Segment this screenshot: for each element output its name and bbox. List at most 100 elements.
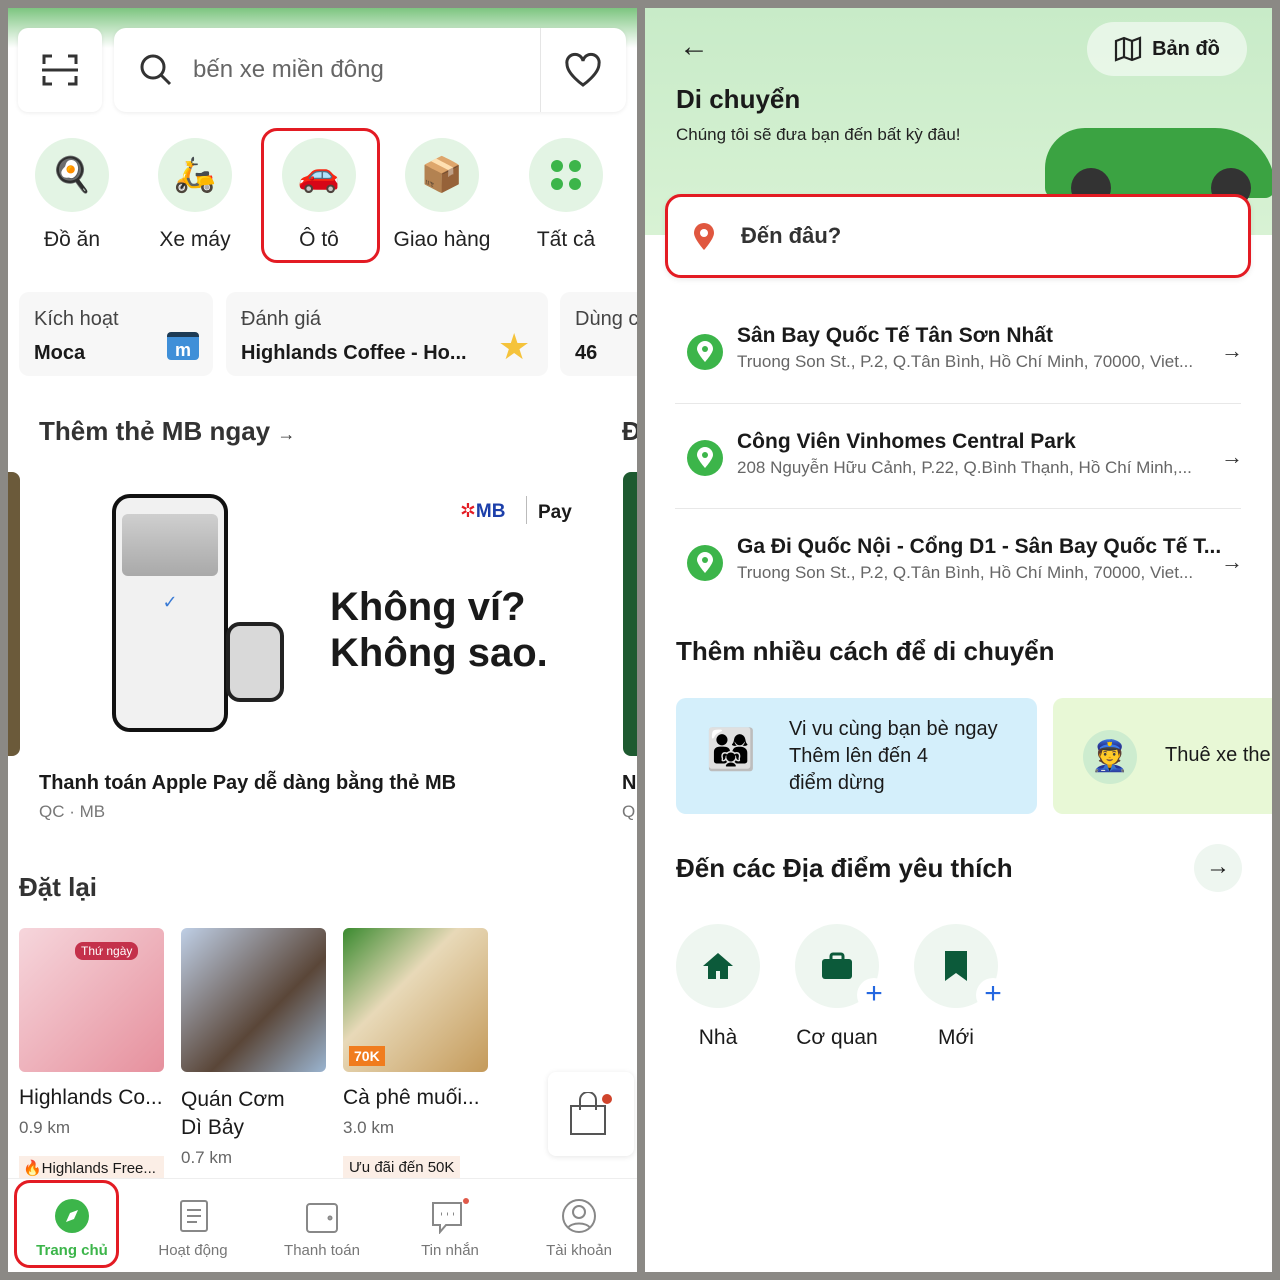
location-pin-icon bbox=[694, 223, 714, 250]
mb-logo: ✲MB bbox=[460, 501, 506, 522]
cart-button[interactable] bbox=[548, 1072, 634, 1156]
item-name: Highlands Co... bbox=[19, 1086, 163, 1109]
category-food[interactable]: 🍳 Đồ ăn bbox=[17, 138, 127, 252]
next-banner-peek[interactable] bbox=[623, 472, 637, 756]
promo-banner[interactable]: ✓ ✲MB Pay Không ví? Không sao. bbox=[30, 472, 614, 756]
quick-card-review[interactable]: Đánh giá Highlands Coffee - Ho... ★ bbox=[226, 292, 548, 376]
watch-image bbox=[226, 622, 284, 702]
next-promo-title: Đ bbox=[622, 416, 637, 446]
quick-card-label: Dùng c bbox=[575, 308, 637, 330]
location-pin-icon bbox=[687, 334, 723, 370]
hire-driver-card[interactable]: 👮 Thuê xe the bbox=[1053, 698, 1272, 814]
category-motorbike[interactable]: 🛵 Xe máy bbox=[140, 138, 250, 252]
heart-icon[interactable] bbox=[564, 52, 602, 88]
item-tag: 🔥Highlands Free... bbox=[19, 1156, 164, 1178]
location-pin-icon bbox=[687, 440, 723, 476]
search-bar[interactable]: bến xe miền đông bbox=[114, 28, 626, 112]
arrow-right-icon: → bbox=[1221, 444, 1243, 469]
wallet-icon bbox=[306, 1203, 338, 1233]
reorder-item[interactable]: Quán Cơm Dì Bảy 0.7 km bbox=[181, 928, 326, 1178]
favorite-new[interactable]: + Mới bbox=[914, 924, 1010, 1050]
favorite-label: Mới bbox=[938, 1026, 974, 1049]
quick-card-usage[interactable]: Dùng c 46 bbox=[560, 292, 637, 376]
banner-headline: Không ví? Không sao. bbox=[330, 585, 548, 675]
section-title: Thêm nhiều cách để di chuyển bbox=[676, 636, 1055, 666]
back-arrow-icon[interactable]: ← bbox=[679, 30, 709, 64]
food-image: Thứ ngày bbox=[19, 928, 164, 1072]
divider bbox=[540, 28, 541, 112]
page-subtitle: Chúng tôi sẽ đưa bạn đến bất kỳ đâu! bbox=[676, 125, 961, 144]
destination-input[interactable]: Đến đâu? bbox=[665, 194, 1251, 278]
quick-card-moca[interactable]: Kích hoạt Moca m bbox=[19, 292, 213, 376]
quick-card-label: Đánh giá bbox=[241, 308, 322, 330]
reorder-item[interactable]: 70K Cà phê muối... 3.0 km Ưu đãi đến 50K bbox=[343, 928, 488, 1178]
delivery-icon: 📦 bbox=[405, 138, 479, 212]
scan-icon bbox=[42, 54, 78, 86]
search-input[interactable]: bến xe miền đông bbox=[193, 56, 384, 84]
moca-icon: m bbox=[167, 332, 199, 360]
arrow-right-icon: → bbox=[1221, 338, 1243, 363]
phone-image: ✓ bbox=[112, 494, 228, 732]
home-screen: bến xe miền đông 🍳 Đồ ăn 🛵 Xe máy 🚗 Ô tô 📦 G… bbox=[8, 8, 637, 1272]
item-distance: 0.9 km bbox=[19, 1118, 71, 1137]
activity-icon bbox=[180, 1200, 208, 1232]
nav-payment[interactable]: Thanh toán bbox=[258, 1198, 386, 1259]
category-label: Xe máy bbox=[159, 228, 231, 251]
place-title: Công Viên Vinhomes Central Park bbox=[737, 430, 1076, 453]
place-address: 208 Nguyễn Hữu Cảnh, P.22, Q.Bình Thạnh,… bbox=[737, 458, 1192, 477]
food-image bbox=[181, 928, 326, 1072]
category-label: Đồ ăn bbox=[43, 228, 101, 251]
highlight-box bbox=[14, 1180, 119, 1268]
transport-screen: ← Bản đồ Di chuyển Chúng tôi sẽ đưa bạn … bbox=[645, 8, 1272, 1272]
driver-icon: 👮 bbox=[1083, 730, 1137, 784]
promo-caption: Thanh toán Apple Pay dễ dàng bằng thẻ MB bbox=[39, 772, 457, 794]
motorbike-icon: 🛵 bbox=[158, 138, 232, 212]
category-delivery[interactable]: 📦 Giao hàng bbox=[387, 138, 497, 252]
promo-sponsor: QC · MB bbox=[39, 802, 106, 821]
briefcase-icon bbox=[822, 952, 852, 979]
scan-button[interactable] bbox=[18, 28, 102, 112]
favorite-label: Cơ quan bbox=[796, 1026, 878, 1049]
prev-banner-peek[interactable] bbox=[8, 472, 20, 756]
nav-messages[interactable]: Tin nhắn bbox=[386, 1198, 514, 1259]
location-pin-icon bbox=[687, 545, 723, 581]
car-illustration bbox=[1035, 98, 1272, 208]
chat-icon bbox=[432, 1198, 469, 1234]
item-distance: 3.0 km bbox=[343, 1118, 395, 1137]
arrow-right-icon: → bbox=[1221, 549, 1243, 574]
favorites-arrow-button[interactable]: → bbox=[1194, 844, 1242, 892]
grid-icon bbox=[529, 138, 603, 212]
place-title: Sân Bay Quốc Tế Tân Sơn Nhất bbox=[737, 324, 1053, 347]
plus-icon[interactable]: + bbox=[857, 978, 891, 1012]
nav-activity[interactable]: Hoạt động bbox=[129, 1198, 257, 1259]
divider bbox=[675, 403, 1241, 404]
bookmark-icon bbox=[945, 951, 967, 981]
nav-account[interactable]: Tài khoản bbox=[515, 1198, 637, 1259]
favorite-home[interactable]: Nhà bbox=[676, 924, 760, 1050]
favorite-work[interactable]: + Cơ quan bbox=[795, 924, 891, 1050]
item-name: Cà phê muối... bbox=[343, 1086, 480, 1109]
quick-card-label: Kích hoạt bbox=[34, 308, 119, 330]
item-distance: 0.7 km bbox=[181, 1148, 233, 1167]
plus-icon[interactable]: + bbox=[976, 978, 1010, 1012]
item-tag: Ưu đãi đến 50K bbox=[343, 1156, 461, 1178]
map-button[interactable]: Bản đồ bbox=[1087, 22, 1247, 76]
category-all[interactable]: Tất cả bbox=[511, 138, 621, 252]
place-address: Truong Son St., P.2, Q.Tân Bình, Hồ Chí … bbox=[737, 352, 1194, 371]
divider bbox=[675, 508, 1241, 509]
quick-card-value: Moca bbox=[34, 342, 86, 364]
apple-pay-logo: Pay bbox=[538, 502, 572, 523]
group-ride-text: Vi vu cùng bạn bè ngay Thêm lên đến 4 điểm… bbox=[789, 718, 998, 794]
account-icon bbox=[562, 1199, 596, 1233]
arrow-right-icon: → bbox=[277, 424, 296, 444]
food-image: 70K bbox=[343, 928, 488, 1072]
reorder-item[interactable]: Thứ ngày Highlands Co... 0.9 km 🔥Highlan… bbox=[19, 928, 164, 1178]
shopping-bag-icon bbox=[570, 1092, 612, 1135]
food-icon: 🍳 bbox=[35, 138, 109, 212]
promo-title[interactable]: Thêm thẻ MB ngay → bbox=[39, 416, 295, 447]
group-ride-card[interactable]: 👨‍👩‍👧 Vi vu cùng bạn bè ngay Thêm lên đến… bbox=[676, 698, 1037, 814]
star-icon: ★ bbox=[498, 326, 531, 367]
place-title: Ga Đi Quốc Nội - Cổng D1 - Sân Bay Quốc … bbox=[737, 535, 1222, 558]
search-icon bbox=[140, 54, 172, 86]
divider bbox=[526, 496, 527, 524]
